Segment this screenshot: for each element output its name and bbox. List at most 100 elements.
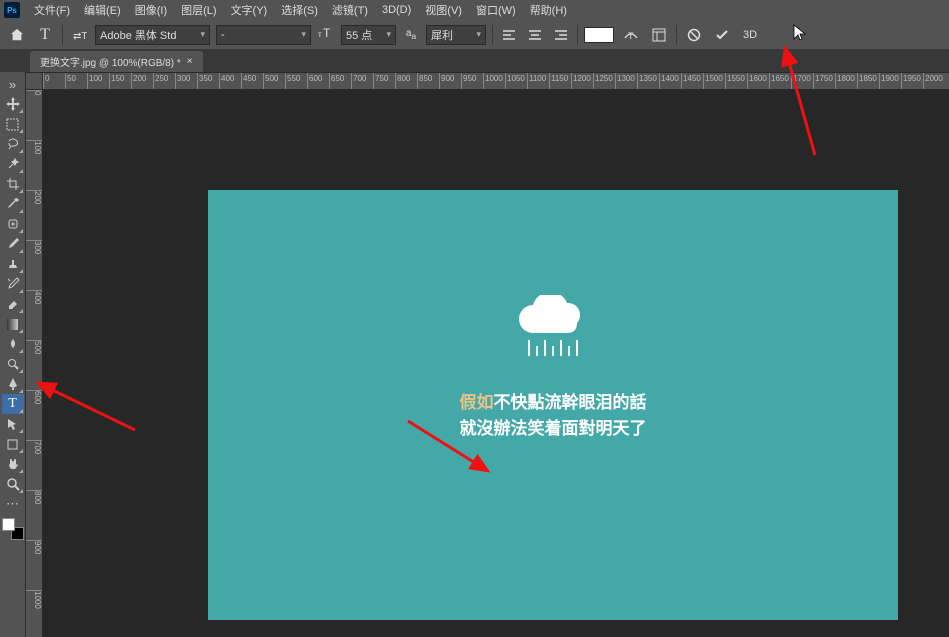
ruler-tick: 500 — [26, 340, 42, 354]
tabs-collapse-icon[interactable]: » — [2, 74, 24, 94]
warp-text-button[interactable]: T — [620, 24, 642, 46]
healing-brush-tool[interactable] — [2, 214, 24, 234]
vertical-ruler: 01002003004005006007008009001000 — [25, 90, 43, 637]
cloud-graphic — [513, 295, 593, 343]
ruler-tick: 1800 — [835, 73, 855, 89]
magic-wand-tool[interactable] — [2, 154, 24, 174]
home-icon[interactable] — [6, 24, 28, 46]
svg-text:т: т — [318, 30, 322, 39]
menu-bar: Ps 文件(F) 编辑(E) 图像(I) 图层(L) 文字(Y) 选择(S) 滤… — [0, 0, 949, 20]
document-tab[interactable]: 更换文字.jpg @ 100%(RGB/8) * × — [30, 51, 203, 72]
ruler-tick: 1650 — [769, 73, 789, 89]
font-size-icon: тT — [317, 26, 335, 43]
app-logo: Ps — [4, 2, 20, 18]
menu-edit[interactable]: 编辑(E) — [78, 0, 127, 20]
eraser-tool[interactable] — [2, 294, 24, 314]
ruler-tick: 1600 — [747, 73, 767, 89]
text-orientation-toggle[interactable]: ⇄T — [69, 25, 89, 45]
ruler-tick: 800 — [26, 490, 42, 504]
ruler-tick: 1750 — [813, 73, 833, 89]
align-right-button[interactable] — [551, 26, 571, 44]
ruler-tick: 50 — [65, 73, 76, 89]
menu-window[interactable]: 窗口(W) — [470, 0, 522, 20]
clone-stamp-tool[interactable] — [2, 254, 24, 274]
3d-button[interactable]: 3D — [739, 24, 761, 46]
text-accent: 假如 — [460, 393, 494, 412]
ruler-tick: 950 — [461, 73, 476, 89]
font-family-dropdown[interactable]: Adobe 黑体 Std — [95, 25, 210, 45]
svg-text:T: T — [323, 26, 331, 40]
ruler-tick: 1700 — [791, 73, 811, 89]
blur-tool[interactable] — [2, 334, 24, 354]
canvas-viewport[interactable]: 假如不快點流幹眼泪的話 就沒辦法笑着面對明天了 — [43, 90, 949, 637]
brush-tool[interactable] — [2, 234, 24, 254]
ruler-tick: 350 — [197, 73, 212, 89]
text-color-swatch[interactable] — [584, 27, 614, 43]
document-canvas[interactable]: 假如不快點流幹眼泪的話 就沒辦法笑着面對明天了 — [208, 190, 898, 620]
font-size-dropdown[interactable]: 55 点 — [341, 25, 396, 45]
close-tab-icon[interactable]: × — [187, 56, 193, 67]
ruler-tick: 1300 — [615, 73, 635, 89]
vertical-ruler-column: 01002003004005006007008009001000 — [25, 72, 43, 637]
ruler-tick: 600 — [307, 73, 322, 89]
ruler-tick: 700 — [26, 440, 42, 454]
ruler-tick: 0 — [43, 73, 49, 89]
ruler-tick: 400 — [219, 73, 234, 89]
ruler-tick: 550 — [285, 73, 300, 89]
ruler-tick: 100 — [87, 73, 102, 89]
menu-help[interactable]: 帮助(H) — [524, 0, 573, 20]
antialias-dropdown[interactable]: 犀利 — [426, 25, 486, 45]
cancel-button[interactable] — [683, 24, 705, 46]
separator — [676, 25, 677, 45]
history-brush-tool[interactable] — [2, 274, 24, 294]
align-left-button[interactable] — [499, 26, 519, 44]
eyedropper-tool[interactable] — [2, 194, 24, 214]
type-tool[interactable]: T — [2, 394, 24, 414]
ruler-tick: 1000 — [483, 73, 503, 89]
ruler-tick: 1250 — [593, 73, 613, 89]
align-center-button[interactable] — [525, 26, 545, 44]
shape-tool[interactable] — [2, 434, 24, 454]
dodge-tool[interactable] — [2, 354, 24, 374]
menu-view[interactable]: 视图(V) — [419, 0, 468, 20]
ruler-tick: 300 — [175, 73, 190, 89]
gradient-tool[interactable] — [2, 314, 24, 334]
commit-button[interactable] — [711, 24, 733, 46]
lasso-tool[interactable] — [2, 134, 24, 154]
zoom-tool[interactable] — [2, 474, 24, 494]
menu-image[interactable]: 图像(I) — [129, 0, 173, 20]
menu-layer[interactable]: 图层(L) — [175, 0, 222, 20]
ruler-corner — [25, 72, 43, 90]
document-tab-title: 更换文字.jpg @ 100%(RGB/8) * — [40, 54, 181, 69]
menu-file[interactable]: 文件(F) — [28, 0, 76, 20]
text-line-2: 就沒辦法笑着面對明天了 — [460, 416, 647, 442]
ruler-tick: 700 — [351, 73, 366, 89]
ruler-tick: 1950 — [901, 73, 921, 89]
edit-toolbar-icon[interactable]: ⋯ — [2, 494, 24, 514]
color-swatches[interactable] — [2, 518, 24, 540]
marquee-tool[interactable] — [2, 114, 24, 134]
separator — [577, 25, 578, 45]
crop-tool[interactable] — [2, 174, 24, 194]
foreground-color-swatch[interactable] — [2, 518, 15, 531]
hand-tool[interactable] — [2, 454, 24, 474]
path-selection-tool[interactable] — [2, 414, 24, 434]
font-style-dropdown[interactable]: - — [216, 25, 311, 45]
ruler-tick: 1100 — [527, 73, 546, 89]
menu-filter[interactable]: 滤镜(T) — [326, 0, 374, 20]
options-bar: T ⇄T Adobe 黑体 Std - тT 55 点 aa 犀利 T 3D — [0, 20, 949, 50]
ruler-tick: 250 — [153, 73, 168, 89]
menu-3d[interactable]: 3D(D) — [376, 2, 417, 18]
character-panel-button[interactable] — [648, 24, 670, 46]
ruler-tick: 850 — [417, 73, 432, 89]
ruler-tick: 2000 — [923, 73, 943, 89]
ruler-tick: 300 — [26, 240, 42, 254]
tool-preset-type-icon[interactable]: T — [34, 24, 56, 46]
menu-select[interactable]: 选择(S) — [275, 0, 324, 20]
workspace: » — [0, 72, 949, 637]
ruler-tick: 500 — [263, 73, 278, 89]
move-tool[interactable] — [2, 94, 24, 114]
pen-tool[interactable] — [2, 374, 24, 394]
canvas-text[interactable]: 假如不快點流幹眼泪的話 就沒辦法笑着面對明天了 — [460, 390, 647, 441]
menu-type[interactable]: 文字(Y) — [225, 0, 274, 20]
